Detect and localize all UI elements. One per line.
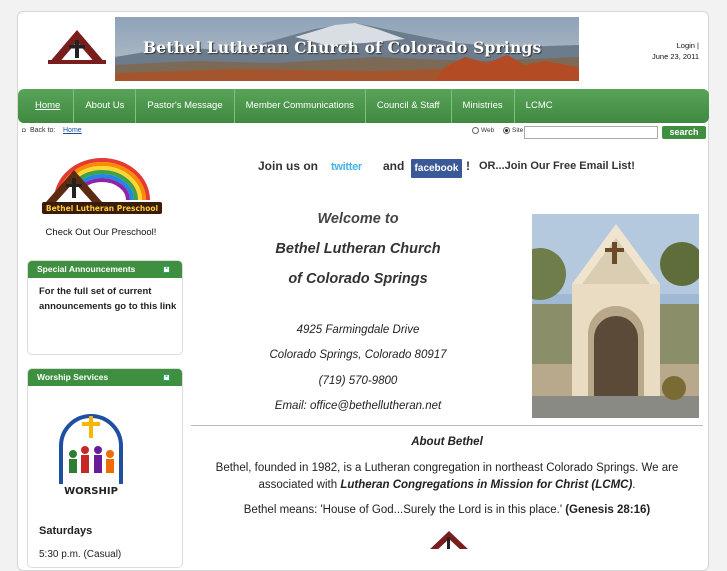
about-heading: About Bethel bbox=[411, 436, 483, 448]
about-meaning: Bethel means: 'House of God...Surely the… bbox=[243, 504, 566, 516]
header-date: June 23, 2011 bbox=[652, 52, 699, 61]
login-link[interactable]: Login | bbox=[652, 40, 699, 51]
church-name: Bethel Lutheran Church bbox=[275, 241, 441, 257]
church-city: of Colorado Springs bbox=[288, 271, 428, 287]
radio-web-label: Web bbox=[481, 127, 495, 134]
header-banner: Bethel Lutheran Church of Colorado Sprin… bbox=[115, 17, 579, 81]
and-text: and bbox=[383, 159, 405, 173]
preschool-logo[interactable]: Bethel Lutheran Preschool bbox=[38, 156, 166, 216]
back-home-link[interactable]: Home bbox=[63, 127, 82, 134]
nav-member-communications[interactable]: Member Communications bbox=[235, 89, 366, 123]
worship-header: Worship Services - bbox=[28, 369, 182, 386]
phone: (719) 570-9800 bbox=[318, 375, 398, 387]
join-us-text: Join us on bbox=[258, 159, 318, 173]
worship-logo-text: WORSHIP bbox=[64, 486, 118, 497]
section-divider bbox=[191, 425, 703, 426]
church-logo[interactable] bbox=[46, 26, 108, 66]
preschool-logo-text: Bethel Lutheran Preschool bbox=[46, 204, 158, 213]
saturday-time: 5:30 p.m. (Casual) bbox=[39, 549, 122, 560]
nav-ministries[interactable]: Ministries bbox=[452, 89, 515, 123]
radio-site[interactable] bbox=[503, 127, 510, 134]
church-photo bbox=[532, 214, 699, 418]
about-paragraph-2: Bethel means: 'House of God...Surely the… bbox=[191, 502, 703, 519]
email-list-link[interactable]: OR...Join Our Free Email List! bbox=[479, 160, 635, 172]
exclaim-text: ! bbox=[466, 159, 470, 173]
email[interactable]: Email: office@bethellutheran.net bbox=[188, 400, 528, 412]
twitter-logo[interactable]: twitter bbox=[331, 161, 362, 173]
back-arrow-icon: ◘ bbox=[22, 128, 26, 134]
announcements-header: Special Announcements - bbox=[28, 261, 182, 278]
scripture-ref: (Genesis 28:16) bbox=[565, 504, 651, 516]
about-paragraph-1: Bethel, founded in 1982, is a Lutheran c… bbox=[191, 460, 703, 494]
minimize-icon[interactable]: - bbox=[163, 373, 170, 381]
address-line2: Colorado Springs, Colorado 80917 bbox=[269, 349, 447, 361]
announcements-box: Special Announcements - For the full set… bbox=[27, 260, 183, 355]
back-label: Back to: bbox=[30, 127, 56, 134]
nav-pastors-message[interactable]: Pastor's Message bbox=[136, 89, 235, 123]
page-container: Bethel Lutheran Church of Colorado Sprin… bbox=[17, 11, 709, 571]
church-logo-bottom bbox=[426, 529, 472, 551]
main-nav: Home About Us Pastor's Message Member Co… bbox=[18, 89, 709, 123]
announcements-text[interactable]: For the full set of current announcement… bbox=[28, 278, 182, 314]
address-line1: 4925 Farmingdale Drive bbox=[296, 324, 420, 336]
saturdays-heading: Saturdays bbox=[39, 525, 93, 537]
search-button[interactable]: search bbox=[662, 126, 706, 139]
sub-bar: ◘ Back to: Home Web Site search bbox=[22, 126, 706, 140]
worship-title: Worship Services bbox=[37, 372, 109, 382]
radio-site-label: Site bbox=[512, 127, 524, 134]
minimize-icon[interactable]: - bbox=[163, 265, 170, 273]
nav-lcmc[interactable]: LCMC bbox=[515, 89, 564, 123]
facebook-logo[interactable]: facebook bbox=[411, 159, 462, 178]
nav-home[interactable]: Home bbox=[22, 89, 75, 123]
nav-about-us[interactable]: About Us bbox=[74, 89, 137, 123]
lcmc-link[interactable]: Lutheran Congregations in Mission for Ch… bbox=[340, 479, 632, 491]
welcome-heading: Welcome to bbox=[317, 211, 399, 227]
nav-council-staff[interactable]: Council & Staff bbox=[366, 89, 452, 123]
preschool-caption[interactable]: Check Out Our Preschool! bbox=[18, 227, 184, 238]
radio-web[interactable] bbox=[472, 127, 479, 134]
announcements-title: Special Announcements bbox=[37, 264, 136, 274]
about-text-c: . bbox=[632, 479, 636, 491]
worship-logo: WORSHIP bbox=[55, 412, 127, 498]
banner-title: Bethel Lutheran Church of Colorado Sprin… bbox=[143, 38, 542, 57]
login-area: Login | June 23, 2011 bbox=[652, 40, 699, 62]
search-input[interactable] bbox=[524, 126, 658, 139]
